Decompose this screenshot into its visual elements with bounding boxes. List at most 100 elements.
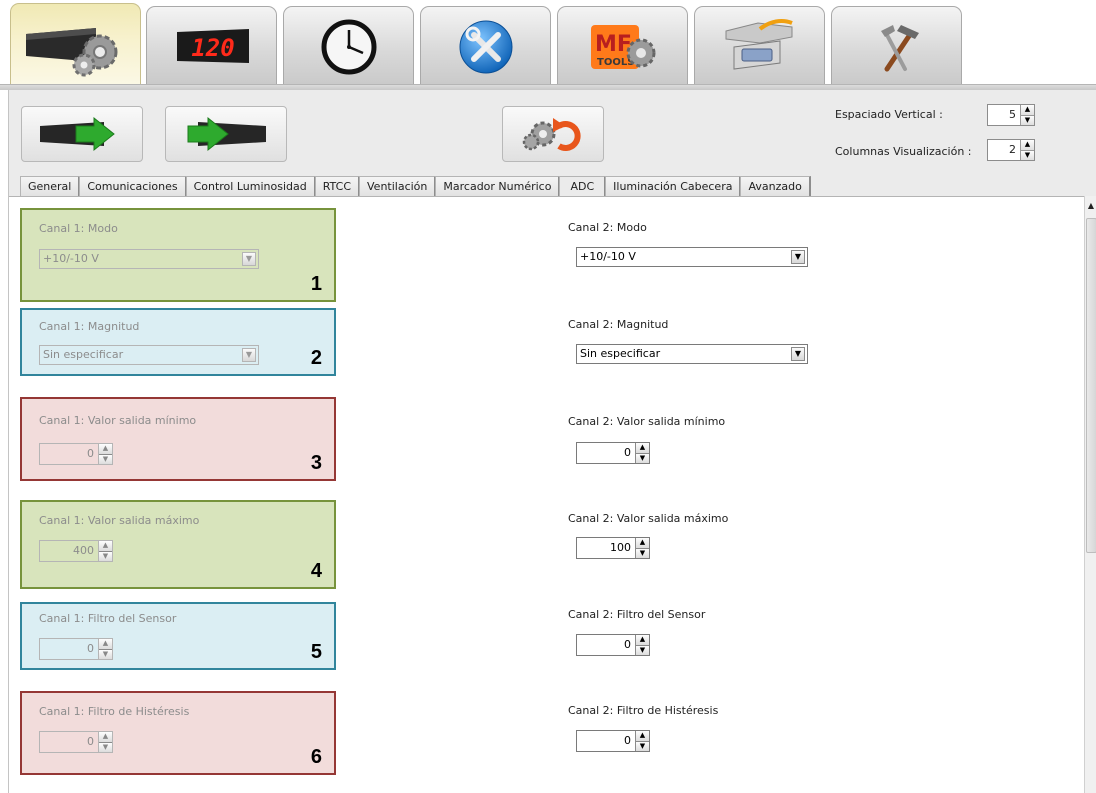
spacing-spinner[interactable]: 5 ▲ ▼ xyxy=(987,104,1035,126)
dropdown-arrow-icon[interactable]: ▼ xyxy=(791,250,805,264)
canal1-max-label: Canal 1: Valor salida máximo xyxy=(39,514,200,527)
tools-icon xyxy=(459,20,512,73)
svg-text:MF: MF xyxy=(595,32,632,57)
scroll-thumb[interactable] xyxy=(1086,218,1096,553)
tab-display-settings[interactable] xyxy=(10,3,141,86)
canal2-min-spinner[interactable]: 0 ▲ ▼ xyxy=(576,442,650,464)
canal1-magnitud-label: Canal 1: Magnitud xyxy=(39,320,140,333)
canal1-modo-value: +10/-10 V xyxy=(43,252,99,265)
svg-text:TOOLS: TOOLS xyxy=(597,57,634,68)
tab-general[interactable]: General xyxy=(20,176,81,196)
annotation-number: 5 xyxy=(310,641,322,663)
annotation-number: 1 xyxy=(310,273,322,295)
tab-iluminacion-cabecera[interactable]: Iluminación Cabecera xyxy=(605,176,742,196)
canal2-filtro-spinner[interactable]: 0 ▲ ▼ xyxy=(576,634,650,656)
tab-marcador-numerico[interactable]: Marcador Numérico xyxy=(435,176,561,196)
canal1-magnitud-select: Sin especificar ▼ xyxy=(39,345,259,365)
dropdown-arrow-icon: ▼ xyxy=(242,348,256,362)
canal2-histeresis-label: Canal 2: Filtro de Histéresis xyxy=(568,704,719,717)
canal2-filtro-label: Canal 2: Filtro del Sensor xyxy=(568,608,706,621)
canal1-min-label: Canal 1: Valor salida mínimo xyxy=(39,414,197,427)
spin-up-icon: ▲ xyxy=(99,541,112,551)
canal2-modo-label: Canal 2: Modo xyxy=(568,221,647,234)
canal2-min-value[interactable]: 0 xyxy=(577,443,635,463)
tab-led-counter[interactable]: 120 xyxy=(146,6,277,86)
tab-tools[interactable] xyxy=(420,6,551,86)
annotation-number: 2 xyxy=(310,347,322,369)
canal1-modo-select: +10/-10 V ▼ xyxy=(39,249,259,269)
spin-up-icon[interactable]: ▲ xyxy=(636,538,649,548)
tab-hammer[interactable] xyxy=(831,6,962,86)
reset-settings-icon xyxy=(522,118,581,151)
canal2-max-label: Canal 2: Valor salida máximo xyxy=(568,512,729,525)
svg-text:120: 120 xyxy=(191,34,234,62)
canal1-histeresis-spinner: 0 ▲ ▼ xyxy=(39,731,113,753)
spin-up-icon[interactable]: ▲ xyxy=(636,635,649,645)
canal1-max-spinner: 400 ▲ ▼ xyxy=(39,540,113,562)
spin-down-icon[interactable]: ▼ xyxy=(636,644,649,655)
spin-up-icon[interactable]: ▲ xyxy=(636,731,649,741)
spin-up-icon[interactable]: ▲ xyxy=(1021,140,1034,150)
canal1-filtro-label: Canal 1: Filtro del Sensor xyxy=(39,612,177,625)
spin-down-icon[interactable]: ▼ xyxy=(1021,114,1034,125)
scroll-up-icon[interactable]: ▲ xyxy=(1085,198,1096,212)
spin-down-icon[interactable]: ▼ xyxy=(636,452,649,463)
top-tab-bar: 120 MF TOOLS xyxy=(0,0,1096,86)
canal2-histeresis-value[interactable]: 0 xyxy=(577,731,635,751)
spin-up-icon: ▲ xyxy=(99,444,112,454)
spin-down-icon[interactable]: ▼ xyxy=(1021,149,1034,160)
canal2-max-value[interactable]: 100 xyxy=(577,538,635,558)
adc-settings-content: Canal 1: Modo +10/-10 V ▼ 1 Canal 1: Mag… xyxy=(9,196,1084,793)
cable-connector-icon xyxy=(725,18,793,70)
canal2-min-label: Canal 2: Valor salida mínimo xyxy=(568,415,726,428)
canal2-magnitud-label: Canal 2: Magnitud xyxy=(568,318,669,331)
tab-clock[interactable] xyxy=(283,6,414,86)
canal1-filtro-value: 0 xyxy=(87,642,94,655)
canal2-magnitud-value: Sin especificar xyxy=(580,347,661,360)
spin-up-icon[interactable]: ▲ xyxy=(636,443,649,453)
tab-connector[interactable] xyxy=(694,6,825,86)
tab-rtcc[interactable]: RTCC xyxy=(314,176,360,196)
annotation-number: 3 xyxy=(310,452,322,474)
tab-adc[interactable]: ADC xyxy=(559,176,607,197)
canal2-modo-select[interactable]: +10/-10 V ▼ xyxy=(576,247,808,267)
annotation-number: 6 xyxy=(310,746,322,768)
canal1-magnitud-value: Sin especificar xyxy=(43,348,124,361)
tab-comunicaciones[interactable]: Comunicaciones xyxy=(79,176,187,196)
canal1-min-value: 0 xyxy=(87,447,94,460)
reset-settings-button[interactable] xyxy=(502,106,604,162)
receive-icon xyxy=(187,116,266,152)
canal2-histeresis-spinner[interactable]: 0 ▲ ▼ xyxy=(576,730,650,752)
tab-ventilacion[interactable]: Ventilación xyxy=(359,176,437,196)
spin-up-icon: ▲ xyxy=(99,639,112,649)
tab-avanzado[interactable]: Avanzado xyxy=(740,176,811,196)
clock-icon xyxy=(321,19,376,74)
canal2-filtro-value[interactable]: 0 xyxy=(577,635,635,655)
columns-label: Columnas Visualización : xyxy=(835,145,972,158)
canal2-max-spinner[interactable]: 100 ▲ ▼ xyxy=(576,537,650,559)
vertical-scrollbar[interactable]: ▲ xyxy=(1084,196,1096,793)
spin-down-icon[interactable]: ▼ xyxy=(636,740,649,751)
spin-up-icon[interactable]: ▲ xyxy=(1021,105,1034,115)
canal1-modo-label: Canal 1: Modo xyxy=(39,222,118,235)
receive-button[interactable] xyxy=(165,106,287,162)
spin-up-icon: ▲ xyxy=(99,732,112,742)
display-settings-icon xyxy=(26,28,118,77)
send-button[interactable] xyxy=(21,106,143,162)
tab-mf-tools[interactable]: MF TOOLS xyxy=(557,6,688,86)
canal2-magnitud-select[interactable]: Sin especificar ▼ xyxy=(576,344,808,364)
canal1-filtro-spinner: 0 ▲ ▼ xyxy=(39,638,113,660)
dropdown-arrow-icon: ▼ xyxy=(242,252,256,266)
spin-down-icon: ▼ xyxy=(99,550,112,561)
tab-control-luminosidad[interactable]: Control Luminosidad xyxy=(185,176,316,196)
columns-spinner[interactable]: 2 ▲ ▼ xyxy=(987,139,1035,161)
columns-value: 2 xyxy=(1009,143,1016,156)
spin-down-icon: ▼ xyxy=(99,741,112,752)
canal1-max-box: Canal 1: Valor salida máximo 400 ▲ ▼ 4 xyxy=(20,500,336,589)
spin-down-icon[interactable]: ▼ xyxy=(636,547,649,558)
dropdown-arrow-icon[interactable]: ▼ xyxy=(791,347,805,361)
spin-down-icon: ▼ xyxy=(99,648,112,659)
send-to-display-icon xyxy=(40,116,115,152)
canal1-max-value: 400 xyxy=(73,544,94,557)
settings-tab-bar: General Comunicaciones Control Luminosid… xyxy=(20,176,811,197)
